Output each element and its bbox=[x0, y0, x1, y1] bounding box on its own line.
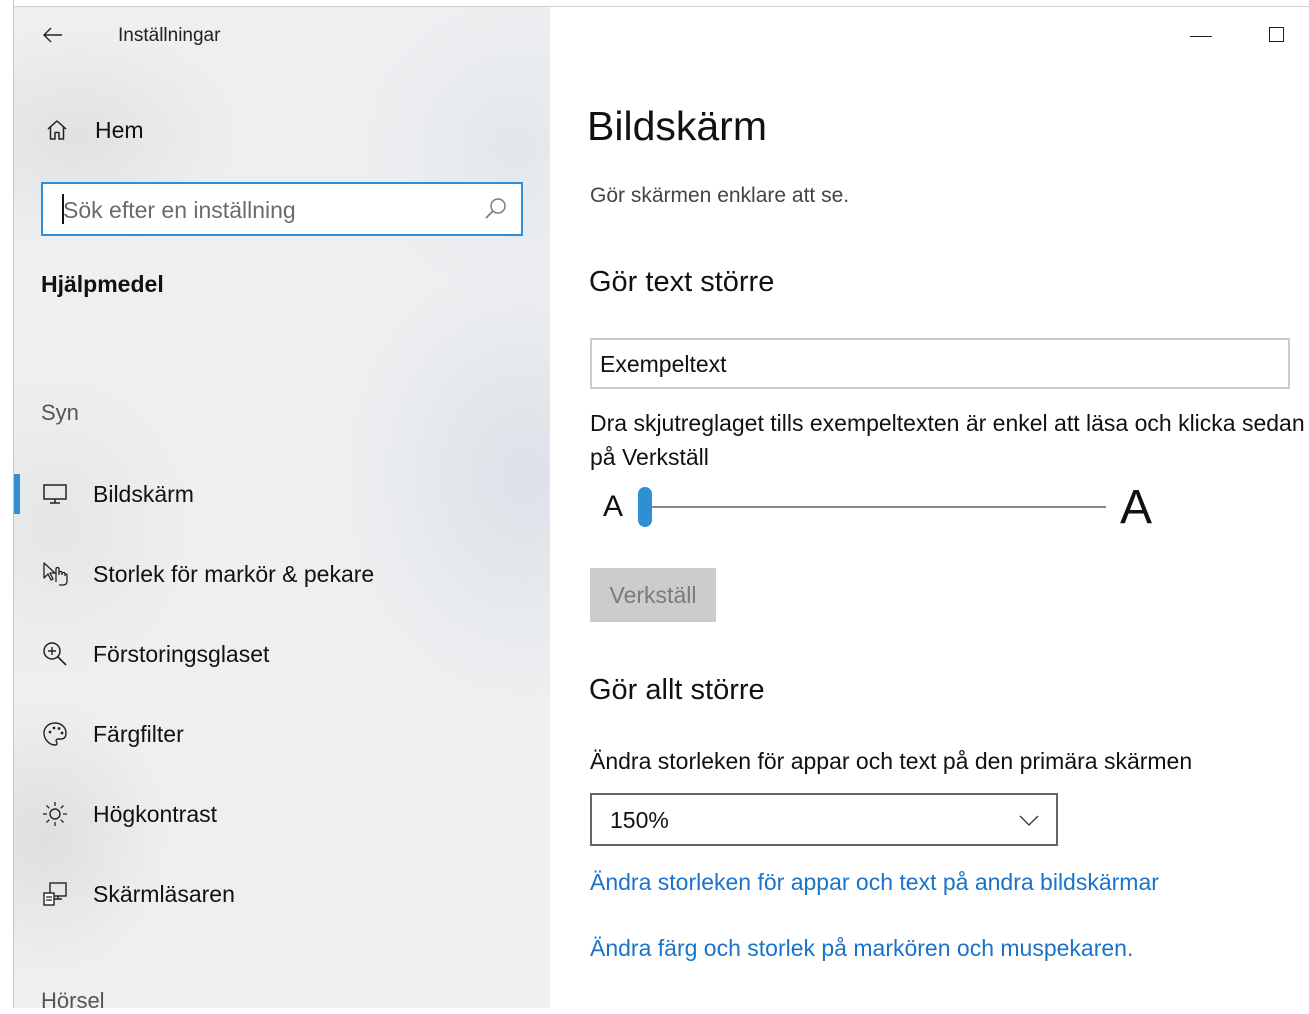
minimize-button[interactable] bbox=[1188, 22, 1214, 48]
slider-max-label: A bbox=[1120, 481, 1153, 534]
sample-text: Exempeltext bbox=[600, 351, 727, 377]
sidebar-item-label: Färgfilter bbox=[93, 721, 184, 747]
maximize-button[interactable] bbox=[1264, 22, 1290, 48]
sidebar-item-label: Högkontrast bbox=[93, 801, 218, 827]
sidebar-item-bildskarm[interactable]: Bildskärm bbox=[14, 469, 550, 519]
sun-icon bbox=[38, 799, 72, 829]
apply-button[interactable]: Verkställ bbox=[590, 568, 716, 622]
scale-description: Ändra storleken för appar och text på de… bbox=[590, 748, 1193, 774]
sample-text-box: Exempeltext bbox=[590, 338, 1290, 389]
scale-dropdown[interactable]: 150% bbox=[590, 793, 1058, 846]
slider-min-label: A bbox=[603, 490, 624, 523]
chevron-down-icon bbox=[1016, 807, 1042, 833]
slider-instruction: Dra skjutreglaget tills exempeltexten är… bbox=[590, 410, 1305, 470]
everything-size-heading: Gör allt större bbox=[589, 674, 765, 706]
page-title: Bildskärm bbox=[587, 103, 767, 149]
text-caret bbox=[62, 194, 64, 224]
monitor-icon bbox=[38, 479, 72, 509]
search-input[interactable] bbox=[61, 192, 465, 228]
sidebar-item-color-filter[interactable]: Färgfilter bbox=[14, 709, 550, 759]
text-size-slider-track[interactable] bbox=[646, 506, 1106, 508]
back-arrow-icon[interactable] bbox=[40, 22, 66, 48]
magnifier-icon bbox=[38, 639, 72, 669]
sidebar-item-label: Skärmläsaren bbox=[93, 881, 235, 907]
sidebar-item-pointer-size[interactable]: Storlek för markör & pekare bbox=[14, 549, 550, 599]
sidebar-item-magnifier[interactable]: Förstoringsglaset bbox=[14, 629, 550, 679]
other-displays-link[interactable]: Ändra storleken för appar och text på an… bbox=[590, 869, 1159, 896]
sidebar-item-label: Storlek för markör & pekare bbox=[93, 561, 375, 587]
search-icon[interactable] bbox=[483, 196, 509, 222]
scale-value: 150% bbox=[610, 807, 669, 833]
sidebar-item-narrator[interactable]: Skärmläsaren bbox=[14, 869, 550, 919]
settings-search-box[interactable] bbox=[41, 182, 523, 236]
text-size-slider-thumb[interactable] bbox=[638, 487, 652, 527]
sidebar-item-label: Förstoringsglaset bbox=[93, 641, 270, 667]
sidebar-item-label: Bildskärm bbox=[93, 481, 194, 507]
sidebar-item-high-contrast[interactable]: Högkontrast bbox=[14, 789, 550, 839]
group-label-horsel: Hörsel bbox=[41, 988, 105, 1013]
section-heading: Hjälpmedel bbox=[41, 271, 164, 297]
text-size-heading: Gör text större bbox=[589, 266, 775, 298]
palette-icon bbox=[38, 719, 72, 749]
page-subtitle: Gör skärmen enklare att se. bbox=[590, 184, 850, 207]
home-label: Hem bbox=[95, 116, 144, 143]
window-title: Inställningar bbox=[118, 25, 221, 46]
home-icon bbox=[40, 115, 74, 145]
pointer-icon bbox=[38, 559, 72, 589]
home-nav-item[interactable]: Hem bbox=[40, 112, 530, 148]
cursor-settings-link[interactable]: Ändra färg och storlek på markören och m… bbox=[590, 935, 1133, 962]
selection-indicator bbox=[14, 474, 20, 514]
narrator-icon bbox=[38, 879, 72, 909]
group-label-syn: Syn bbox=[41, 400, 79, 425]
